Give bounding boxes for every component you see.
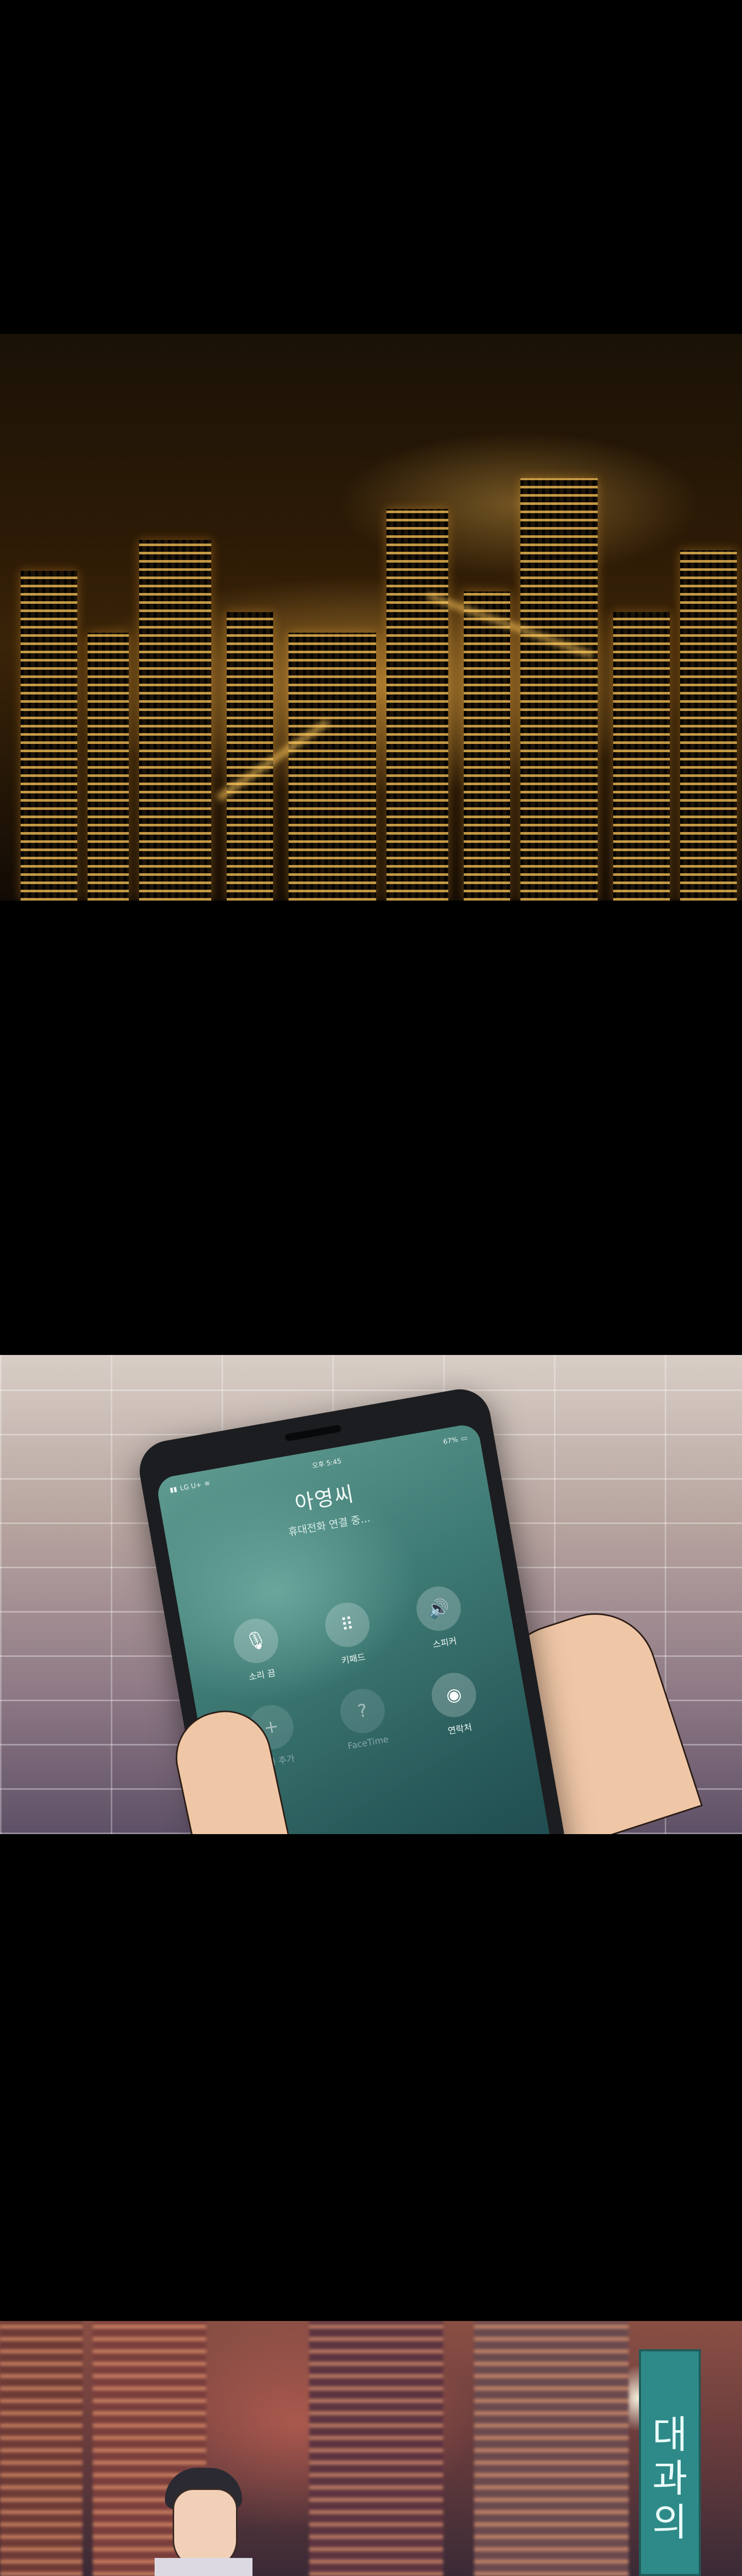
building (139, 540, 211, 901)
carrier-label: LG U+ (179, 1481, 203, 1493)
building (21, 571, 77, 901)
mic-off-icon: 🎙 (230, 1615, 282, 1667)
building (613, 612, 670, 901)
keypad-icon: ⠿ (322, 1599, 373, 1651)
keypad-label: 키패드 (341, 1652, 366, 1667)
panel-gutter (0, 1834, 742, 2321)
speaker-icon: 🔊 (413, 1583, 465, 1635)
character-collar (155, 2558, 252, 2576)
street-sign: 대과의 (639, 2349, 701, 2576)
battery-icon: ▭ (460, 1434, 468, 1443)
wifi-icon: ≋ (204, 1479, 211, 1488)
building (680, 550, 737, 901)
city-night-panel (0, 334, 742, 901)
contacts-label: 연락처 (447, 1722, 473, 1737)
building (0, 2321, 82, 2576)
mute-label: 소리 끔 (248, 1668, 277, 1683)
building (227, 612, 273, 901)
clock-label: 오후 5:45 (311, 1457, 342, 1470)
building (309, 2321, 443, 2576)
contacts-icon: ◉ (428, 1669, 480, 1721)
building (464, 591, 510, 901)
speaker-label: 스피커 (432, 1636, 458, 1651)
signal-icon: ▮▮ (169, 1485, 178, 1494)
building (474, 2321, 629, 2576)
building (520, 478, 598, 901)
building (386, 509, 448, 901)
speaker-button[interactable]: 🔊 스피커 (411, 1583, 470, 1653)
building (289, 633, 376, 901)
facetime-label: FaceTime (347, 1734, 390, 1752)
male-character (155, 2468, 252, 2576)
keypad-button[interactable]: ⠿ 키패드 (319, 1599, 379, 1669)
contacts-button[interactable]: ◉ 연락처 (426, 1669, 485, 1739)
facetime-button[interactable]: ? FaceTime (334, 1685, 394, 1752)
mute-button[interactable]: 🎙 소리 끔 (228, 1615, 288, 1685)
character-face (173, 2488, 238, 2569)
battery-label: 67% (442, 1435, 459, 1446)
facetime-icon: ? (336, 1685, 389, 1737)
building (88, 633, 129, 901)
street-panel (0, 2321, 742, 2576)
phone-speaker (284, 1425, 342, 1442)
